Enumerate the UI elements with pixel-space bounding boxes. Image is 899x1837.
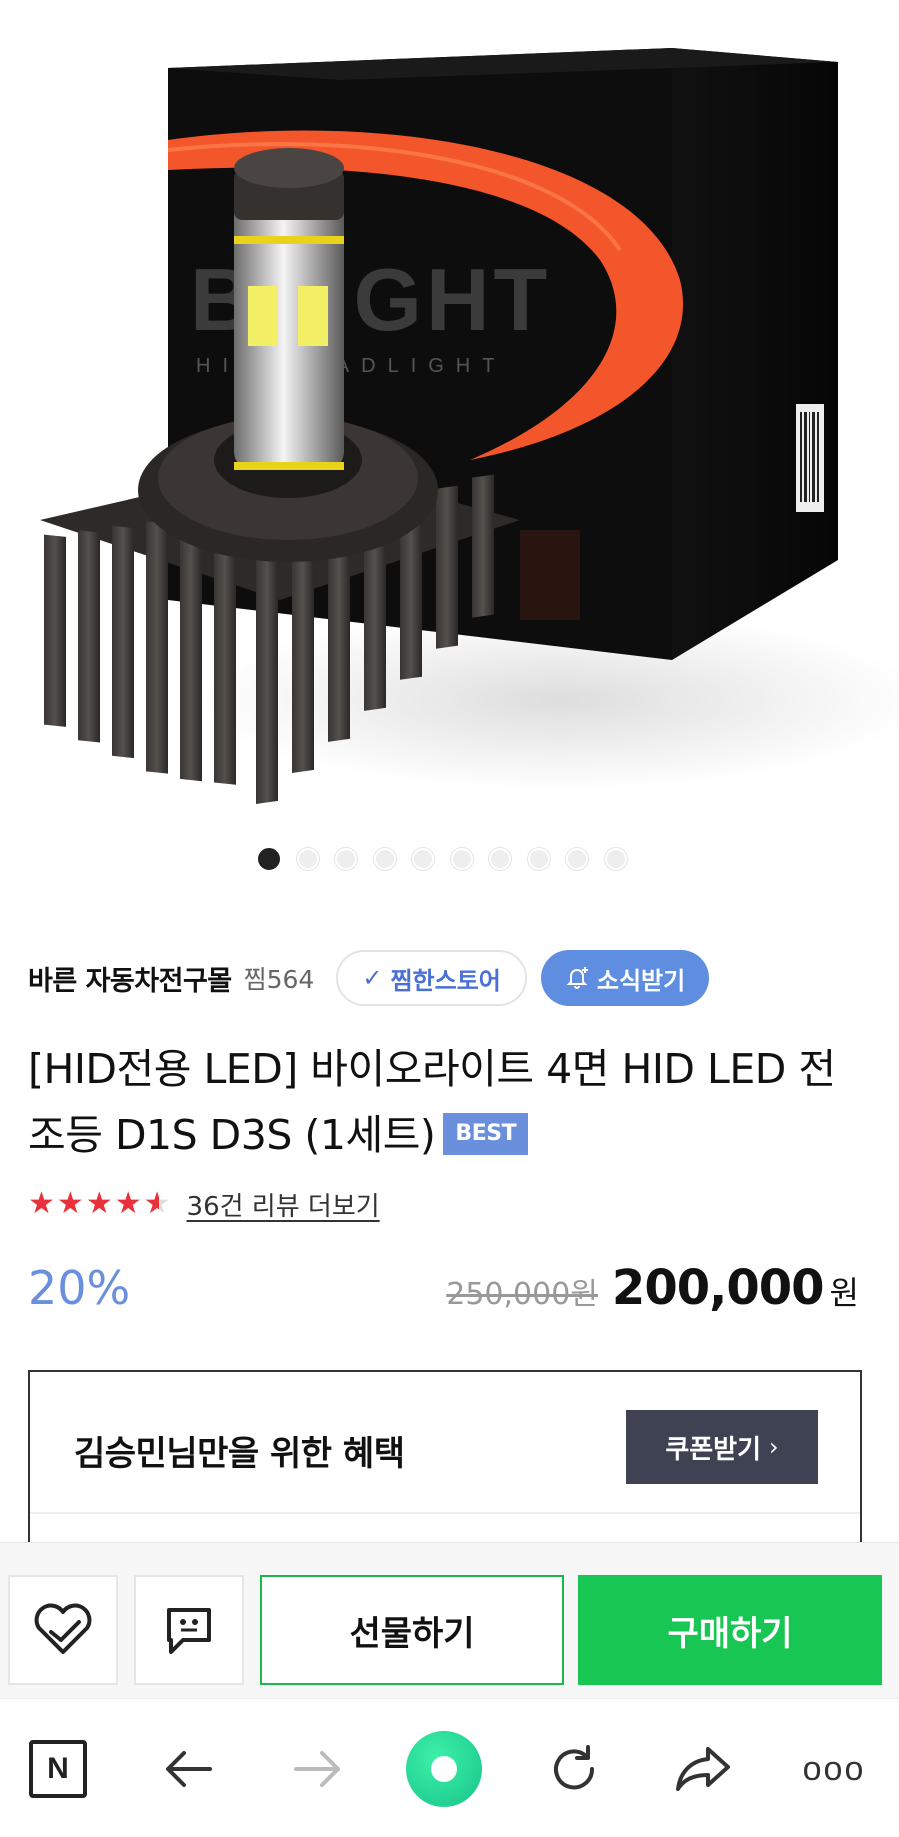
carousel-dot[interactable] xyxy=(527,848,550,870)
gift-button[interactable]: 선물하기 xyxy=(260,1575,564,1685)
zzim-store-label: 찜한스토어 xyxy=(390,966,501,995)
share-arrow-icon xyxy=(676,1747,730,1791)
discount-rate: 20% xyxy=(28,1261,131,1315)
original-price: 250,000원 xyxy=(446,1277,598,1312)
product-image[interactable]: BRIGHT HID HEADLIGHT xyxy=(0,0,899,880)
zzim-store-button[interactable]: ✓ 찜한스토어 xyxy=(336,950,527,1006)
chat-bubble-icon xyxy=(167,1608,211,1654)
like-button[interactable] xyxy=(8,1575,118,1685)
store-zzim-count: 찜564 xyxy=(243,965,315,994)
chevron-right-icon: › xyxy=(769,1433,779,1461)
check-icon: ✓ xyxy=(362,964,383,992)
forward-button[interactable] xyxy=(278,1729,358,1809)
best-badge: BEST xyxy=(443,1113,529,1155)
coupon-button[interactable]: 쿠폰받기 › xyxy=(626,1410,818,1484)
share-button[interactable] xyxy=(664,1729,744,1809)
buy-button[interactable]: 구매하기 xyxy=(578,1575,882,1685)
store-name[interactable]: 바른 자동차전구몰 xyxy=(28,959,232,998)
carousel-dot-active[interactable] xyxy=(258,848,280,870)
star-rating: ★ ★ ★ ★ ★ xyxy=(28,1189,171,1219)
green-dot-button[interactable] xyxy=(404,1729,484,1809)
carousel-dot[interactable] xyxy=(335,848,357,870)
star-icon: ★ xyxy=(114,1186,142,1221)
purchase-action-bar: 선물하기 구매하기 xyxy=(0,1542,899,1698)
more-button[interactable]: ooo xyxy=(794,1729,874,1809)
browser-nav-bar: N ooo xyxy=(0,1698,899,1837)
refresh-icon xyxy=(554,1745,595,1790)
half-star-icon: ★ xyxy=(143,1186,171,1221)
arrow-right-icon xyxy=(294,1751,340,1787)
naver-home-button[interactable]: N xyxy=(18,1729,98,1809)
review-link[interactable]: 36건 리뷰 더보기 xyxy=(187,1186,380,1223)
currency-unit: 원 xyxy=(829,1274,859,1312)
benefit-title: 김승민님만을 위한 혜택 xyxy=(74,1434,405,1474)
carousel-dot[interactable] xyxy=(450,848,473,870)
carousel-dot[interactable] xyxy=(296,848,319,870)
carousel-dot[interactable] xyxy=(566,848,588,870)
subscribe-news-button[interactable]: 소식받기 xyxy=(540,950,710,1006)
naver-logo-label: N xyxy=(47,1752,69,1785)
product-title: [HID전용 LED] 바이오라이트 4면 HID LED 전조등 D1S D3… xyxy=(28,1036,848,1168)
heart-check-icon xyxy=(34,1603,92,1654)
bell-plus-icon xyxy=(565,966,589,990)
carousel-dot[interactable] xyxy=(604,848,627,870)
divider xyxy=(30,1512,860,1514)
product-title-text: [HID전용 LED] 바이오라이트 4면 HID LED 전조등 D1S D3… xyxy=(28,1045,836,1159)
talk-button[interactable] xyxy=(134,1575,244,1685)
green-dot-icon xyxy=(406,1731,482,1807)
benefit-box: 김승민님만을 위한 혜택 쿠폰받기 › xyxy=(28,1370,862,1542)
naver-logo-icon: N xyxy=(29,1740,87,1798)
refresh-button[interactable] xyxy=(534,1729,614,1809)
carousel-indicator xyxy=(0,848,899,872)
carousel-dot[interactable] xyxy=(489,848,511,870)
star-icon: ★ xyxy=(85,1186,113,1221)
product-illustration: BRIGHT HID HEADLIGHT xyxy=(40,48,899,805)
back-button[interactable] xyxy=(148,1729,228,1809)
carousel-dot[interactable] xyxy=(373,848,396,870)
store-row: 바른 자동차전구몰 찜564 ✓ 찜한스토어 소식받기 xyxy=(28,948,871,1008)
price-row: 20% 250,000원 200,000 원 xyxy=(28,1256,859,1320)
rating-row: ★ ★ ★ ★ ★ 36건 리뷰 더보기 xyxy=(28,1184,380,1224)
arrow-left-icon xyxy=(166,1751,212,1787)
carousel-dot[interactable] xyxy=(412,848,434,870)
news-label: 소식받기 xyxy=(596,966,686,995)
star-icon: ★ xyxy=(28,1186,55,1221)
sale-price: 200,000 xyxy=(611,1260,825,1316)
more-dots-icon: ooo xyxy=(802,1749,866,1788)
coupon-label: 쿠폰받기 xyxy=(665,1434,762,1465)
star-icon: ★ xyxy=(56,1186,84,1221)
